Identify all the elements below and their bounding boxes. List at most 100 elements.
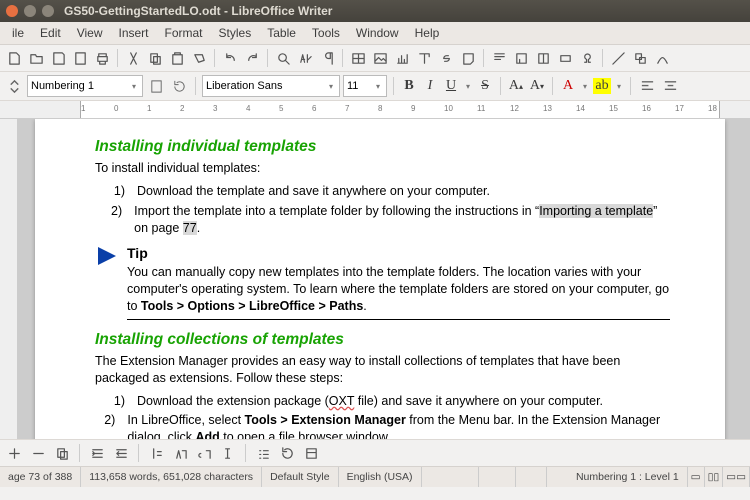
list-number: 2) xyxy=(95,203,134,237)
separator xyxy=(267,49,268,67)
indent--icon[interactable] xyxy=(111,443,131,463)
font-size-input[interactable] xyxy=(347,80,373,92)
numI-icon[interactable] xyxy=(218,443,238,463)
align-center-icon[interactable] xyxy=(660,76,680,96)
font-size-combo[interactable]: ▾ xyxy=(343,75,387,97)
menu-edit[interactable]: Edit xyxy=(32,24,69,42)
view-multi-icon[interactable]: ▯▯ xyxy=(705,467,724,487)
new-style-icon[interactable] xyxy=(146,76,166,96)
status-signature-icon[interactable] xyxy=(516,467,547,487)
find-icon[interactable] xyxy=(273,48,293,68)
bullets-icon[interactable] xyxy=(253,443,273,463)
pdf-icon[interactable] xyxy=(70,48,90,68)
style-up-down-icon[interactable] xyxy=(4,76,24,96)
menu-table[interactable]: Table xyxy=(259,24,304,42)
endnote-icon[interactable] xyxy=(511,48,531,68)
new-icon[interactable] xyxy=(4,48,24,68)
save-icon[interactable] xyxy=(48,48,68,68)
menu-window[interactable]: Window xyxy=(348,24,407,42)
menu-tools[interactable]: Tools xyxy=(304,24,348,42)
horizontal-ruler[interactable]: 10123456789101112131415161718 xyxy=(0,101,750,119)
draw-icon[interactable] xyxy=(652,48,672,68)
cut-icon[interactable] xyxy=(123,48,143,68)
chevron-down-icon[interactable]: ▾ xyxy=(129,82,139,91)
open-icon[interactable] xyxy=(26,48,46,68)
font-color-button[interactable]: A xyxy=(559,76,577,96)
chevron-down-icon[interactable]: ▾ xyxy=(580,82,590,91)
superscript-button[interactable]: A▴ xyxy=(507,76,525,96)
strike-button[interactable]: S xyxy=(476,76,494,96)
image-icon[interactable] xyxy=(370,48,390,68)
highlighted-text: Importing a template xyxy=(539,204,653,218)
menu-ile[interactable]: ile xyxy=(4,24,32,42)
redo-icon[interactable] xyxy=(242,48,262,68)
table-icon[interactable] xyxy=(348,48,368,68)
chevron-down-icon[interactable]: ▾ xyxy=(373,82,383,91)
chevron-down-icon[interactable]: ▾ xyxy=(614,82,624,91)
field-icon[interactable] xyxy=(555,48,575,68)
status-insert-mode[interactable] xyxy=(422,467,479,487)
close-icon[interactable] xyxy=(6,5,18,17)
numa-icon[interactable] xyxy=(194,443,214,463)
page[interactable]: Installing individual templates To insta… xyxy=(35,119,725,439)
num1-icon[interactable] xyxy=(146,443,166,463)
spell-icon[interactable] xyxy=(295,48,315,68)
paste-icon[interactable] xyxy=(167,48,187,68)
maximize-icon[interactable] xyxy=(42,5,54,17)
font-name-input[interactable] xyxy=(206,80,326,92)
underline-button[interactable]: U xyxy=(442,76,460,96)
separator xyxy=(195,77,196,95)
paragraph-style-combo[interactable]: ▾ xyxy=(27,75,143,97)
copy-icon[interactable] xyxy=(145,48,165,68)
update-style-icon[interactable] xyxy=(169,76,189,96)
view-single-icon[interactable]: ▭ xyxy=(688,467,705,487)
chart-icon[interactable] xyxy=(392,48,412,68)
add-icon[interactable] xyxy=(4,443,24,463)
numA-icon[interactable] xyxy=(170,443,190,463)
status-numbering-context[interactable]: Numbering 1 : Level 1 xyxy=(568,467,688,487)
list-text: Download the template and save it anywhe… xyxy=(137,183,490,200)
align-left-icon[interactable] xyxy=(637,76,657,96)
paragraph-style-input[interactable] xyxy=(31,80,129,92)
delete-icon[interactable] xyxy=(28,443,48,463)
status-style[interactable]: Default Style xyxy=(262,467,339,487)
hdr-icon[interactable] xyxy=(489,48,509,68)
bold-button[interactable]: B xyxy=(400,76,418,96)
vertical-ruler[interactable] xyxy=(0,119,18,439)
italic-button[interactable]: I xyxy=(421,76,439,96)
indent+-icon[interactable] xyxy=(87,443,107,463)
view-book-icon[interactable]: ▭▭ xyxy=(723,467,750,487)
font-name-combo[interactable]: ▾ xyxy=(202,75,340,97)
undo-icon[interactable] xyxy=(220,48,240,68)
menu-view[interactable]: View xyxy=(69,24,111,42)
link-icon[interactable] xyxy=(436,48,456,68)
highlight-button[interactable]: ab xyxy=(593,76,611,96)
tip-body: You can manually copy new templates into… xyxy=(127,264,670,315)
restart-icon[interactable] xyxy=(277,443,297,463)
status-selection-mode[interactable] xyxy=(479,467,516,487)
menu-insert[interactable]: Insert xyxy=(111,24,157,42)
status-language[interactable]: English (USA) xyxy=(339,467,422,487)
menu-styles[interactable]: Styles xyxy=(211,24,260,42)
note-icon[interactable] xyxy=(458,48,478,68)
print-icon[interactable] xyxy=(92,48,112,68)
menu-help[interactable]: Help xyxy=(407,24,448,42)
chevron-down-icon[interactable]: ▾ xyxy=(463,82,473,91)
paragraph: To install individual templates: xyxy=(95,160,670,177)
pilcrow-icon[interactable] xyxy=(317,48,337,68)
omega-icon[interactable] xyxy=(577,48,597,68)
book-icon[interactable] xyxy=(533,48,553,68)
separator xyxy=(602,49,603,67)
line-icon[interactable] xyxy=(608,48,628,68)
chevron-down-icon[interactable]: ▾ xyxy=(326,82,336,91)
props-icon[interactable] xyxy=(301,443,321,463)
menu-format[interactable]: Format xyxy=(157,24,211,42)
shapes-icon[interactable] xyxy=(630,48,650,68)
text-icon[interactable] xyxy=(414,48,434,68)
minimize-icon[interactable] xyxy=(24,5,36,17)
status-wordcount[interactable]: 113,658 words, 651,028 characters xyxy=(81,467,262,487)
subscript-button[interactable]: A▾ xyxy=(528,76,546,96)
dup-icon[interactable] xyxy=(52,443,72,463)
status-page[interactable]: age 73 of 388 xyxy=(0,467,81,487)
clone-icon[interactable] xyxy=(189,48,209,68)
